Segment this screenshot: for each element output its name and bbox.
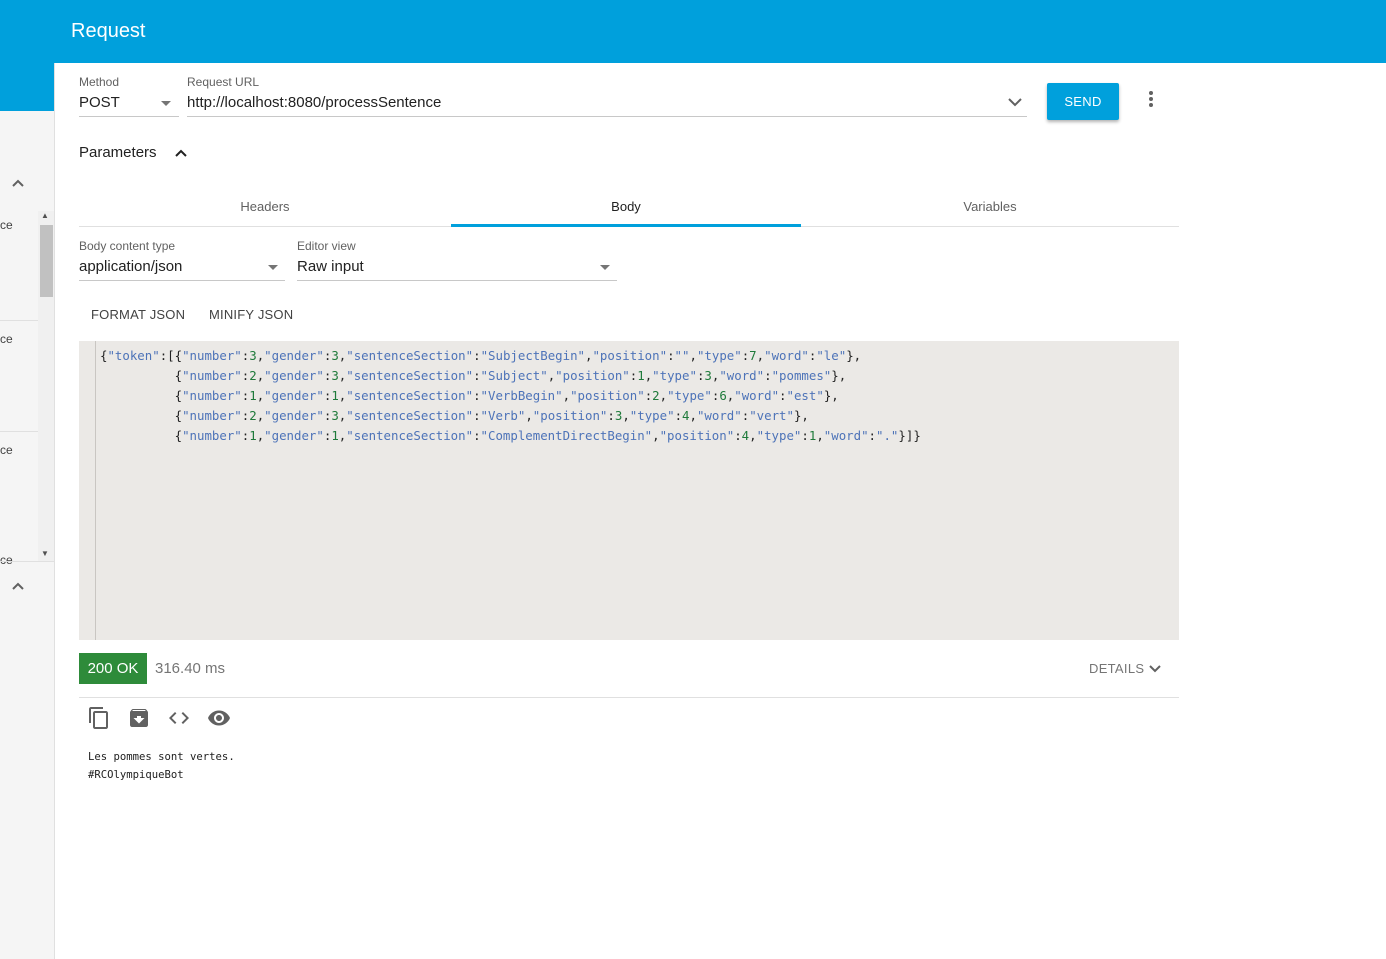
minify-json-button[interactable]: MINIFY JSON bbox=[209, 307, 293, 322]
send-button[interactable]: SEND bbox=[1047, 83, 1119, 120]
url-underline bbox=[187, 116, 1027, 117]
more-vert-icon[interactable] bbox=[1143, 90, 1159, 110]
method-label: Method bbox=[79, 75, 120, 89]
format-json-button[interactable]: FORMAT JSON bbox=[91, 307, 185, 322]
active-tab-indicator bbox=[451, 224, 801, 227]
app-bar: Request bbox=[0, 0, 1386, 63]
url-input[interactable]: http://localhost:8080/processSentence bbox=[187, 94, 441, 111]
code-line[interactable]: {"number":1,"gender":1,"sentenceSection"… bbox=[100, 426, 921, 446]
tab-body[interactable]: Body bbox=[451, 185, 801, 227]
dropdown-arrow-icon[interactable] bbox=[600, 265, 610, 270]
sidebar-item-label[interactable]: ce bbox=[0, 553, 13, 567]
json-code[interactable]: {"token":[{"number":3,"gender":3,"senten… bbox=[100, 346, 921, 446]
content-type-underline bbox=[79, 280, 285, 281]
response-line: Les pommes sont vertes. bbox=[88, 751, 235, 763]
chevron-up-icon[interactable] bbox=[173, 145, 189, 161]
response-body: Les pommes sont vertes. #RCOlympiqueBot bbox=[88, 748, 235, 784]
code-icon[interactable] bbox=[167, 706, 191, 730]
chevron-up-icon[interactable] bbox=[10, 578, 26, 594]
code-line[interactable]: {"token":[{"number":3,"gender":3,"senten… bbox=[100, 346, 921, 366]
sidebar-item-label[interactable]: ce bbox=[0, 332, 13, 346]
scroll-down-arrow-icon[interactable]: ▼ bbox=[41, 549, 49, 558]
content-type-label: Body content type bbox=[79, 239, 176, 253]
save-icon[interactable] bbox=[127, 706, 151, 730]
status-badge: 200 OK bbox=[79, 653, 147, 684]
copy-icon[interactable] bbox=[87, 706, 111, 730]
details-toggle[interactable]: DETAILS bbox=[1089, 661, 1144, 676]
sidebar: ce ce ce ce ▲ ▼ bbox=[0, 63, 55, 959]
chevron-down-icon[interactable] bbox=[1148, 663, 1162, 675]
code-line[interactable]: {"number":1,"gender":1,"sentenceSection"… bbox=[100, 386, 921, 406]
response-line: #RCOlympiqueBot bbox=[88, 769, 184, 781]
sidebar-item-label[interactable]: ce bbox=[0, 443, 13, 457]
dropdown-arrow-icon[interactable] bbox=[161, 101, 171, 106]
details-label[interactable]: DETAILS bbox=[1089, 661, 1144, 676]
tab-headers[interactable]: Headers bbox=[79, 185, 451, 227]
sidebar-scrollbar-thumb[interactable] bbox=[40, 225, 53, 297]
code-line[interactable]: {"number":2,"gender":3,"sentenceSection"… bbox=[100, 406, 921, 426]
scroll-up-arrow-icon[interactable]: ▲ bbox=[41, 211, 49, 220]
dropdown-arrow-icon[interactable] bbox=[268, 265, 278, 270]
parameters-toggle[interactable]: Parameters bbox=[79, 144, 157, 161]
chevron-up-icon[interactable] bbox=[10, 175, 26, 191]
response-time: 316.40 ms bbox=[155, 660, 226, 677]
editor-view-select[interactable]: Raw input bbox=[297, 258, 364, 275]
url-label: Request URL bbox=[187, 75, 260, 89]
sidebar-item-label[interactable]: ce bbox=[0, 218, 13, 232]
page-title: Request bbox=[71, 20, 146, 42]
chevron-down-icon[interactable] bbox=[1007, 96, 1023, 108]
sidebar-divider bbox=[0, 320, 38, 321]
response-divider bbox=[79, 697, 1179, 698]
method-select[interactable]: POST bbox=[79, 94, 120, 111]
eye-icon[interactable] bbox=[207, 706, 231, 730]
parameters-tabs: Headers Body Variables bbox=[79, 185, 1179, 227]
method-underline bbox=[79, 116, 179, 117]
content-type-select[interactable]: application/json bbox=[79, 258, 182, 275]
editor-gutter bbox=[95, 341, 96, 640]
editor-view-label: Editor view bbox=[297, 239, 356, 253]
sidebar-divider bbox=[0, 561, 54, 562]
code-line[interactable]: {"number":2,"gender":3,"sentenceSection"… bbox=[100, 366, 921, 386]
editor-view-underline bbox=[297, 280, 617, 281]
tab-variables[interactable]: Variables bbox=[801, 185, 1179, 227]
sidebar-active-item[interactable] bbox=[0, 63, 54, 111]
sidebar-divider bbox=[0, 431, 38, 432]
